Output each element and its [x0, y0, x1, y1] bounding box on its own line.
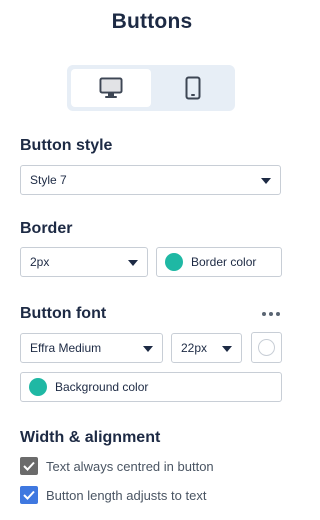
font-size-select[interactable]: 22px [171, 333, 242, 363]
mobile-view-button[interactable] [155, 69, 231, 107]
font-color-picker[interactable] [251, 332, 282, 363]
background-color-swatch [29, 378, 47, 396]
device-toggle [67, 65, 235, 111]
length-adjusts-label: Button length adjusts to text [46, 487, 207, 503]
panel-title: Buttons [111, 10, 193, 33]
checkmark-icon [23, 490, 35, 500]
button-style-label: Button style [20, 137, 113, 154]
chevron-down-icon [143, 346, 153, 352]
background-color-button[interactable]: Background color [20, 372, 282, 402]
desktop-view-button[interactable] [71, 69, 151, 107]
font-family-value: Effra Medium [30, 341, 102, 355]
desktop-icon [99, 77, 123, 98]
button-style-select[interactable]: Style 7 [20, 165, 281, 195]
font-size-value: 22px [181, 341, 208, 355]
chevron-down-icon [128, 260, 138, 266]
border-color-button[interactable]: Border color [156, 247, 282, 277]
border-label: Border [20, 220, 73, 237]
font-family-select[interactable]: Effra Medium [20, 333, 163, 363]
mobile-icon [185, 76, 201, 100]
button-style-value: Style 7 [30, 173, 67, 187]
width-alignment-label: Width & alignment [20, 429, 161, 446]
length-adjusts-checkbox[interactable] [20, 486, 38, 504]
button-font-label: Button font [20, 305, 107, 322]
background-color-label: Background color [55, 380, 149, 394]
length-adjusts-checkbox-row[interactable]: Button length adjusts to text [20, 486, 206, 504]
border-width-select[interactable]: 2px [20, 247, 148, 277]
centred-text-label: Text always centred in button [46, 458, 214, 474]
border-width-value: 2px [30, 255, 50, 269]
border-color-swatch [165, 253, 183, 271]
centred-text-checkbox-row[interactable]: Text always centred in button [20, 457, 214, 475]
more-horizontal-icon[interactable] [259, 305, 283, 323]
checkmark-icon [23, 461, 35, 471]
chevron-down-icon [261, 178, 271, 184]
border-color-label: Border color [191, 255, 257, 269]
font-color-swatch [258, 339, 275, 356]
centred-text-checkbox[interactable] [20, 457, 38, 475]
chevron-down-icon [222, 346, 232, 352]
